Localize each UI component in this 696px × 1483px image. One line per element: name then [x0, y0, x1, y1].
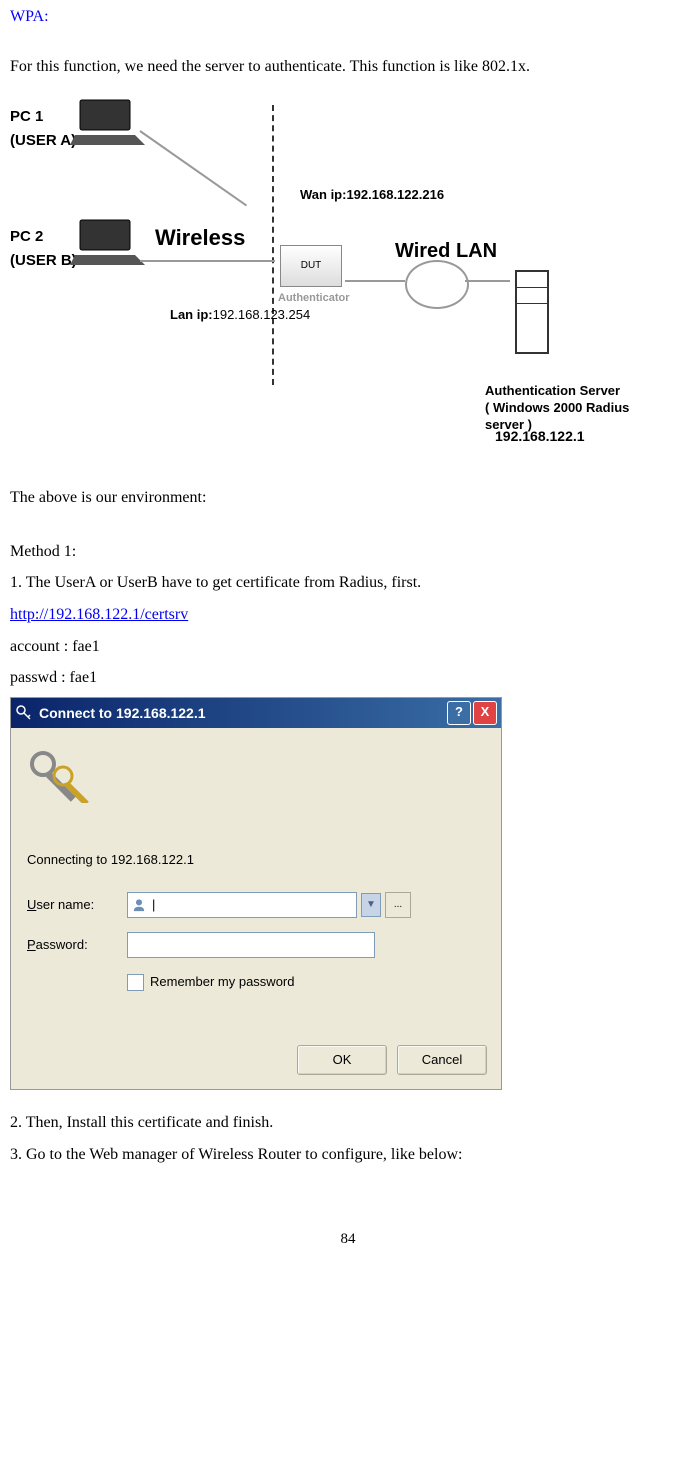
wan-ip-label: Wan ip:192.168.122.216	[300, 185, 444, 206]
username-label: User name:	[27, 895, 127, 916]
wpa-heading: WPA:	[10, 4, 686, 30]
pc2-user-label: (USER B)	[10, 249, 77, 273]
remember-label: Remember my password	[150, 972, 295, 993]
password-input[interactable]	[127, 932, 375, 958]
keys-graphic	[27, 748, 485, 810]
certsrv-link[interactable]: http://192.168.122.1/certsrv	[10, 602, 686, 628]
network-diagram: PC 1 (USER A) PC 2 (USER B) Wireless Wan…	[10, 95, 650, 465]
laptop-icon	[70, 215, 150, 275]
connecting-text: Connecting to 192.168.122.1	[27, 850, 485, 871]
connect-dialog: Connect to 192.168.122.1 ? X Connecting …	[10, 697, 502, 1090]
username-input[interactable]: |	[127, 892, 357, 918]
dut-box: DUT	[280, 245, 342, 287]
cancel-button[interactable]: Cancel	[397, 1045, 487, 1075]
dialog-titlebar: Connect to 192.168.122.1 ? X	[11, 698, 501, 728]
pc2-label: PC 2	[10, 225, 43, 249]
method1-step1: 1. The UserA or UserB have to get certif…	[10, 570, 686, 596]
laptop-icon	[70, 95, 150, 155]
username-browse-button[interactable]: ...	[385, 892, 411, 918]
step2-text: 2. Then, Install this certificate and fi…	[10, 1110, 686, 1136]
pc1-user-label: (USER A)	[10, 129, 76, 153]
close-button[interactable]: X	[473, 701, 497, 725]
dialog-key-icon	[15, 704, 33, 722]
remember-checkbox[interactable]	[127, 974, 144, 991]
passwd-line: passwd : fae1	[10, 665, 686, 691]
server-icon	[515, 270, 549, 354]
account-line: account : fae1	[10, 634, 686, 660]
username-dropdown-button[interactable]: ▼	[361, 893, 381, 917]
method1-heading: Method 1:	[10, 539, 686, 565]
wireless-label: Wireless	[155, 220, 245, 255]
page-number: 84	[10, 1227, 686, 1251]
cloud-icon	[405, 260, 469, 309]
help-button[interactable]: ?	[447, 701, 471, 725]
server-ip-label: 192.168.122.1	[495, 425, 585, 447]
step3-text: 3. Go to the Web manager of Wireless Rou…	[10, 1142, 686, 1168]
intro-text: For this function, we need the server to…	[10, 54, 686, 80]
password-label: Password:	[27, 935, 127, 956]
environment-text: The above is our environment:	[10, 485, 686, 511]
dialog-title: Connect to 192.168.122.1	[39, 702, 206, 724]
ok-button[interactable]: OK	[297, 1045, 387, 1075]
person-icon	[132, 898, 146, 912]
lan-ip-label: Lan ip:192.168.123.254	[170, 305, 310, 326]
pc1-label: PC 1	[10, 105, 43, 129]
